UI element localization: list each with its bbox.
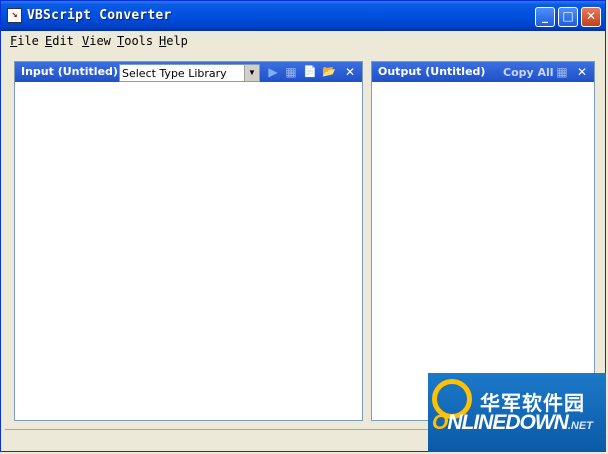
menu-edit[interactable]: Edit [45, 34, 74, 48]
grid-icon[interactable]: ▦ [555, 65, 569, 79]
maximize-button[interactable]: □ [558, 7, 578, 27]
output-panel-title: Output (Untitled) [378, 65, 486, 78]
grid-icon[interactable]: ▦ [284, 65, 298, 79]
menu-help[interactable]: Help [159, 34, 188, 48]
output-panel[interactable]: Output (Untitled) Copy All ▦ ✕ [371, 61, 595, 421]
open-folder-icon[interactable]: 📂 [322, 65, 336, 79]
menu-tools[interactable]: Tools [117, 34, 153, 48]
title-bar[interactable]: ↘ VBScript Converter _ □ ✕ [1, 1, 605, 31]
close-icon[interactable]: ✕ [575, 65, 589, 79]
menu-bar: File Edit View Tools Help [1, 31, 605, 51]
minimize-button[interactable]: _ [535, 7, 555, 27]
type-library-value: Select Type Library [122, 67, 227, 80]
menu-file[interactable]: File [10, 34, 39, 48]
input-panel[interactable]: Input (Untitled) Select Type Library ▼ ▶… [14, 61, 363, 421]
output-panel-header: Output (Untitled) Copy All ▦ ✕ [372, 62, 594, 82]
app-icon[interactable]: ↘ [7, 8, 22, 23]
watermark-brand-text: ONLINEDOWN.NET [432, 411, 593, 434]
input-panel-title: Input (Untitled) [21, 65, 118, 78]
chevron-down-icon[interactable]: ▼ [244, 65, 259, 81]
input-panel-header: Input (Untitled) Select Type Library ▼ ▶… [15, 62, 362, 82]
close-window-button[interactable]: ✕ [581, 7, 601, 27]
watermark-logo: 华军软件园 ONLINEDOWN.NET [428, 373, 606, 452]
new-file-icon[interactable]: 📄 [303, 65, 317, 79]
copy-all-button[interactable]: Copy All [503, 66, 554, 79]
run-icon[interactable]: ▶ [266, 65, 280, 79]
close-icon[interactable]: ✕ [343, 65, 357, 79]
menu-view[interactable]: View [82, 34, 111, 48]
window-title: VBScript Converter [27, 8, 172, 23]
type-library-select[interactable]: Select Type Library ▼ [119, 64, 260, 82]
